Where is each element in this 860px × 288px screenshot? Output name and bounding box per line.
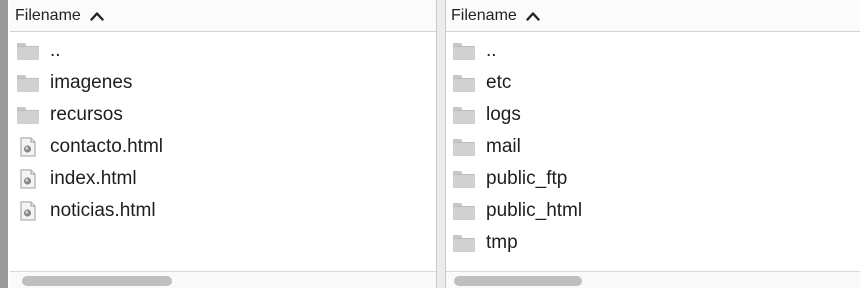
chevron-up-icon <box>526 11 540 21</box>
item-name: index.html <box>50 168 137 189</box>
list-item[interactable]: tmp <box>446 227 860 259</box>
folder-icon <box>453 234 475 252</box>
item-name: mail <box>486 136 521 157</box>
folder-icon <box>453 42 475 60</box>
list-item[interactable]: .. <box>10 35 436 67</box>
column-header-label: Filename <box>15 6 81 24</box>
list-item[interactable]: .. <box>446 35 860 67</box>
list-item[interactable]: index.html <box>10 163 436 195</box>
scrollbar-thumb[interactable] <box>454 276 582 286</box>
folder-icon <box>453 170 475 188</box>
html-file-icon <box>20 169 36 189</box>
item-name: imagenes <box>50 72 133 93</box>
window-left-edge <box>0 0 8 288</box>
filename-column-header[interactable]: Filename <box>446 0 860 32</box>
item-name: logs <box>486 104 521 125</box>
item-name: noticias.html <box>50 200 156 221</box>
item-name: .. <box>50 40 61 61</box>
list-item[interactable]: imagenes <box>10 67 436 99</box>
chevron-up-icon <box>90 11 104 21</box>
scrollbar-thumb[interactable] <box>22 276 172 286</box>
list-item[interactable]: contacto.html <box>10 131 436 163</box>
local-file-pane: Filename .. imagenes recursos contacto.h… <box>10 0 436 288</box>
item-name: public_ftp <box>486 168 568 189</box>
html-file-icon <box>20 137 36 157</box>
pane-splitter[interactable] <box>436 0 446 288</box>
list-item[interactable]: logs <box>446 99 860 131</box>
folder-icon <box>453 138 475 156</box>
item-name: contacto.html <box>50 136 163 157</box>
remote-file-pane: Filename .. etc logs mail public_ftp pub… <box>446 0 860 288</box>
list-item[interactable]: recursos <box>10 99 436 131</box>
item-name: public_html <box>486 200 583 221</box>
folder-icon <box>17 74 39 92</box>
list-item[interactable]: public_html <box>446 195 860 227</box>
folder-icon <box>453 202 475 220</box>
horizontal-scrollbar[interactable] <box>10 271 436 288</box>
folder-icon <box>17 42 39 60</box>
folder-icon <box>453 74 475 92</box>
folder-icon <box>17 106 39 124</box>
html-file-icon <box>20 201 36 221</box>
item-name: etc <box>486 72 512 93</box>
list-item[interactable]: etc <box>446 67 860 99</box>
item-name: tmp <box>486 232 518 253</box>
item-name: .. <box>486 40 497 61</box>
folder-icon <box>453 106 475 124</box>
item-name: recursos <box>50 104 123 125</box>
list-item[interactable]: noticias.html <box>10 195 436 227</box>
horizontal-scrollbar[interactable] <box>446 271 860 288</box>
list-item[interactable]: public_ftp <box>446 163 860 195</box>
filename-column-header[interactable]: Filename <box>10 0 436 32</box>
column-header-label: Filename <box>451 6 517 24</box>
list-item[interactable]: mail <box>446 131 860 163</box>
